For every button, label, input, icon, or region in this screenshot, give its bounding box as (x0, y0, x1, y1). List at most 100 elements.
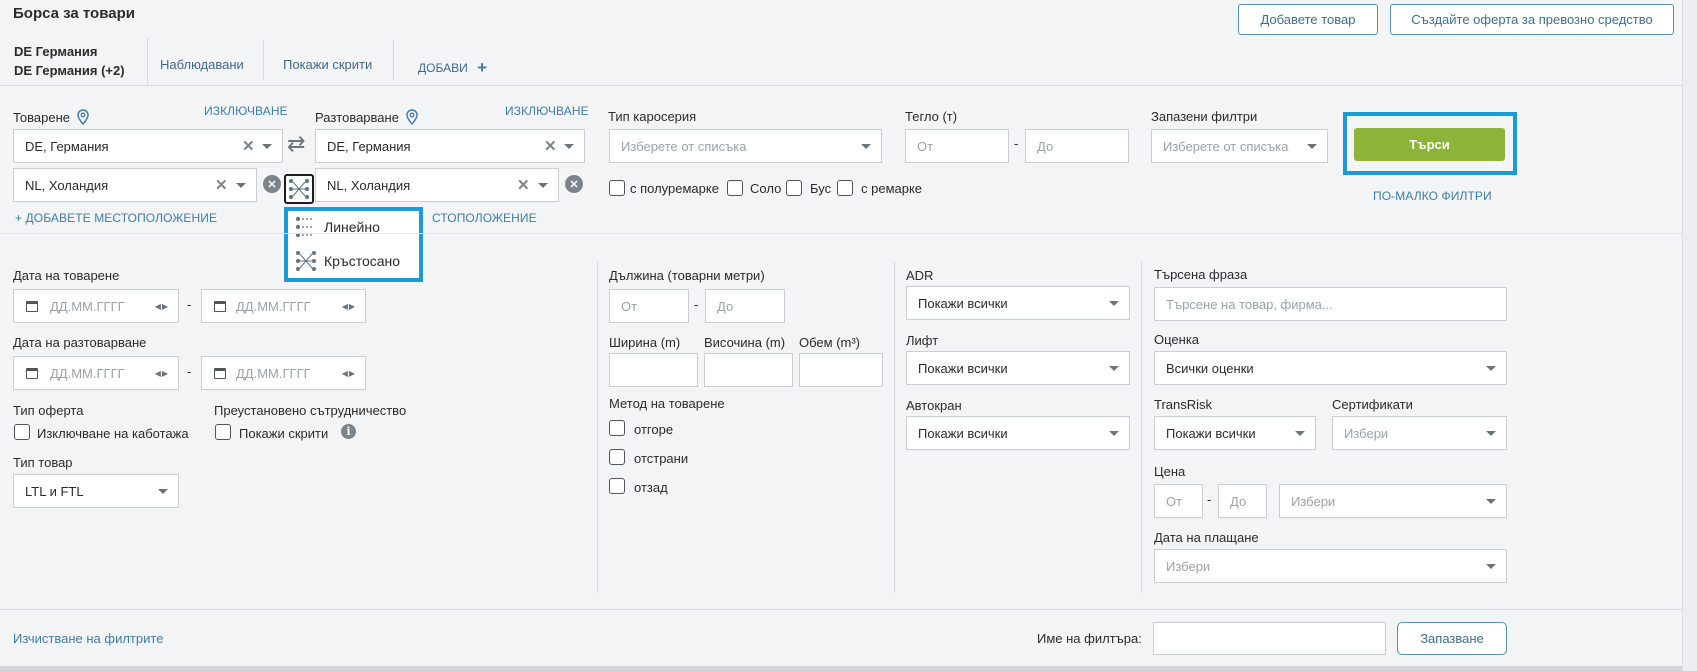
route-type-menu: Линейно Кръстосано (284, 207, 423, 282)
price-label: Цена (1154, 464, 1186, 479)
clear-icon[interactable]: ✕ (517, 178, 530, 193)
top-loading-label: отгоре (634, 422, 674, 437)
search-button[interactable]: Търси (1354, 128, 1505, 161)
chevron-down-icon[interactable] (564, 144, 574, 149)
step-arrows-icon[interactable]: ◀▶ (342, 369, 356, 378)
create-vehicle-offer-button[interactable]: Създайте оферта за превозно средство (1390, 4, 1674, 35)
transrisk-label: TransRisk (1154, 397, 1213, 412)
filter-name-input[interactable] (1153, 622, 1386, 655)
fewer-filters-link[interactable]: ПО-МАЛКО ФИЛТРИ (1373, 189, 1492, 203)
loading-location-1-value: DE, Германия (25, 138, 109, 154)
back-loading-checkbox[interactable] (609, 478, 625, 494)
side-loading-label: отстрани (634, 451, 689, 466)
weight-to-input[interactable]: До (1025, 129, 1129, 163)
loading-method-label: Метод на товарене (609, 396, 725, 411)
chevron-down-icon[interactable] (538, 183, 548, 188)
loading-date-to[interactable]: ДД.ММ.ГГГГ ◀▶ (201, 289, 366, 323)
top-loading-checkbox[interactable] (609, 420, 625, 436)
height-input[interactable] (704, 353, 793, 387)
unloading-label: Разтоварване (315, 109, 419, 128)
clear-icon[interactable]: ✕ (242, 139, 255, 154)
price-to-input[interactable]: До (1218, 484, 1267, 518)
unloading-location-2-value: NL, Холандия (327, 177, 411, 193)
clear-filters-link[interactable]: Изчистване на филтрите (13, 631, 163, 646)
chevron-down-icon[interactable] (262, 144, 272, 149)
adr-label: ADR (906, 268, 934, 283)
volume-input[interactable] (799, 353, 883, 387)
loading-exclude-link[interactable]: ИЗКЛЮЧВАНЕ (204, 104, 288, 118)
exclude-cabotage-checkbox[interactable] (14, 424, 30, 440)
payment-date-label: Дата на плащане (1154, 530, 1259, 545)
unloading-date-from[interactable]: ДД.ММ.ГГГГ ◀▶ (13, 356, 179, 390)
route-option-crossed[interactable]: Кръстосано (288, 247, 419, 277)
side-loading-checkbox[interactable] (609, 449, 625, 465)
unloading-location-2[interactable]: NL, Холандия ✕ (315, 168, 559, 202)
height-label: Височина (m) (704, 335, 786, 350)
bus-label: Бус (810, 181, 832, 196)
loading-location-2[interactable]: NL, Холандия ✕ (13, 168, 257, 202)
scrollbar[interactable] (1682, 0, 1697, 671)
add-unloading-location-link[interactable]: СТОПОЛОЖЕНИЕ (432, 211, 537, 225)
step-arrows-icon[interactable]: ◀▶ (155, 369, 169, 378)
length-from-input[interactable]: От (609, 289, 689, 323)
route-option-crossed-label: Кръстосано (324, 253, 401, 269)
exclude-cabotage-label: Изключване на каботажа (37, 426, 189, 441)
adr-select[interactable]: Покажи всички (906, 286, 1130, 320)
add-loading-location-link[interactable]: + ДОБАВЕТЕ МЕСТОПОЛОЖЕНИЕ (15, 211, 217, 225)
unloading-location-1-value: DE, Германия (327, 138, 411, 154)
swap-arrows-icon[interactable]: ⇄ (287, 133, 305, 155)
tab-add[interactable]: ДОБАВИ + (418, 57, 487, 77)
cargo-type-select[interactable]: LTL и FTL (13, 474, 179, 508)
step-arrows-icon[interactable]: ◀▶ (342, 302, 356, 311)
width-input[interactable] (609, 353, 698, 387)
bus-checkbox[interactable] (786, 180, 802, 196)
tab-watched[interactable]: Наблюдавани (160, 57, 244, 72)
payment-date-select[interactable]: Избери (1154, 549, 1507, 583)
loading-date-label: Дата на товарене (13, 268, 120, 283)
show-hidden-label: Покажи скрити (239, 426, 329, 441)
solo-checkbox[interactable] (727, 180, 743, 196)
route-type-toggle[interactable] (284, 174, 314, 204)
unloading-date-dash: - (187, 364, 192, 379)
semitrailer-checkbox[interactable] (609, 180, 625, 196)
certificates-select[interactable]: Избери (1332, 416, 1507, 450)
chevron-down-icon[interactable] (236, 183, 246, 188)
loading-location-1[interactable]: DE, Германия ✕ (13, 129, 283, 163)
width-label: Ширина (m) (609, 335, 681, 350)
currency-select[interactable]: Избери (1279, 484, 1507, 518)
crossed-route-icon (296, 251, 316, 271)
lift-select[interactable]: Покажи всички (906, 351, 1130, 385)
chevron-down-icon (1109, 366, 1119, 371)
saved-filters-select[interactable]: Изберете от списъка (1151, 129, 1328, 163)
price-from-input[interactable]: От (1154, 484, 1203, 518)
clear-icon[interactable]: ✕ (215, 178, 228, 193)
route-option-linear[interactable]: Линейно (288, 213, 419, 243)
chevron-down-icon (1109, 431, 1119, 436)
length-to-input[interactable]: До (705, 289, 785, 323)
search-phrase-input[interactable]: Търсене на товар, фирма... (1154, 287, 1507, 321)
unloading-date-to[interactable]: ДД.ММ.ГГГГ ◀▶ (201, 356, 366, 390)
unloading-exclude-link[interactable]: ИЗКЛЮЧВАНЕ (505, 104, 589, 118)
remove-location-icon[interactable]: ✕ (263, 175, 281, 193)
unloading-location-1[interactable]: DE, Германия ✕ (315, 129, 585, 163)
show-hidden-checkbox[interactable] (215, 424, 231, 440)
saved-filters-label: Запазени филтри (1151, 109, 1258, 124)
step-arrows-icon[interactable]: ◀▶ (155, 302, 169, 311)
tab-active-search[interactable]: DE Германия DE Германия (+2) (0, 38, 148, 85)
crossed-route-icon (289, 179, 309, 199)
body-type-select[interactable]: Изберете от списъка (609, 129, 882, 163)
trailer-checkbox[interactable] (837, 180, 853, 196)
transrisk-select[interactable]: Покажи всички (1154, 416, 1316, 450)
clear-icon[interactable]: ✕ (544, 139, 557, 154)
info-icon[interactable]: i (341, 424, 356, 439)
save-filter-button[interactable]: Запазване (1397, 622, 1507, 655)
loading-date-from[interactable]: ДД.ММ.ГГГГ ◀▶ (13, 289, 179, 323)
linear-route-icon (296, 217, 314, 237)
crane-select[interactable]: Покажи всички (906, 416, 1130, 450)
rating-select[interactable]: Всички оценки (1154, 351, 1507, 385)
chevron-down-icon (1486, 431, 1496, 436)
tab-show-hidden[interactable]: Покажи скрити (283, 57, 372, 72)
weight-from-input[interactable]: От (905, 129, 1009, 163)
remove-location-icon[interactable]: ✕ (565, 175, 583, 193)
add-cargo-button[interactable]: Добавете товар (1238, 4, 1378, 35)
